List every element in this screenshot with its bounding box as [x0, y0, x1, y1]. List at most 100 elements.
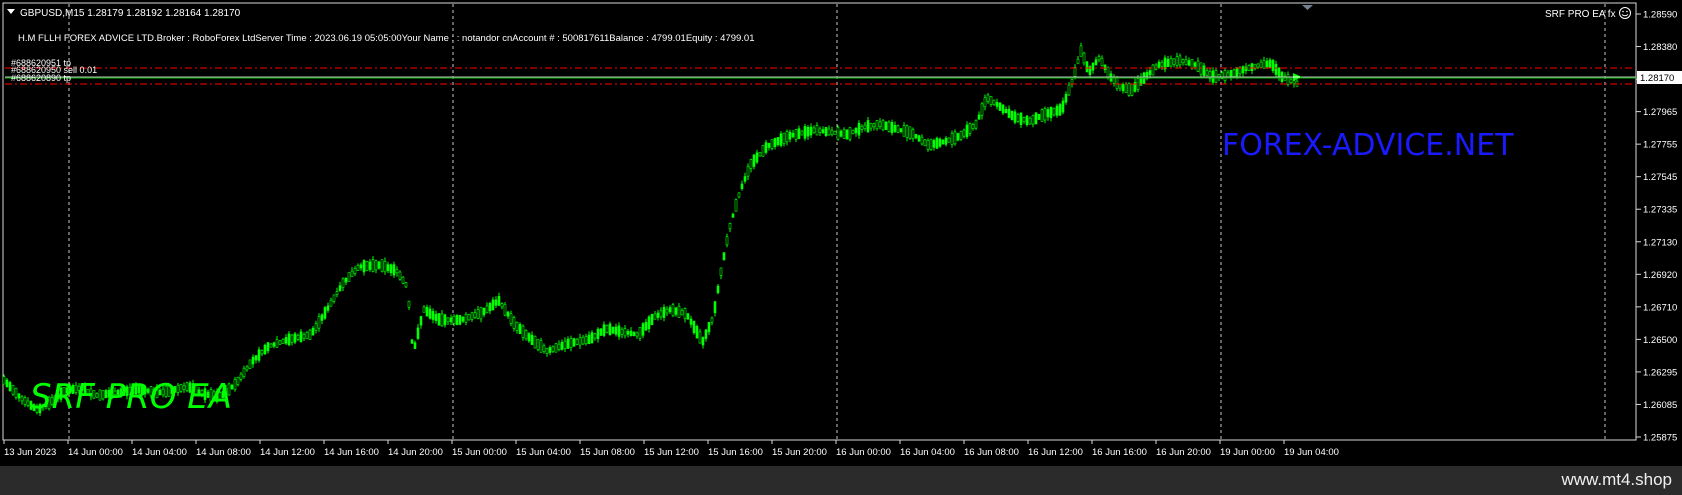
candle-body — [533, 335, 537, 349]
candle-body — [566, 338, 570, 349]
candle-body — [1073, 67, 1077, 77]
candle-body — [365, 260, 369, 271]
candle-body — [1061, 100, 1065, 113]
candle-body — [575, 339, 579, 345]
candle-body — [959, 130, 963, 140]
candle-body — [557, 343, 561, 350]
candle-body — [713, 301, 717, 314]
candle-body — [494, 299, 498, 306]
candle-body — [749, 159, 753, 169]
candle-body — [1079, 45, 1083, 57]
candle-body — [275, 339, 279, 348]
candle-body — [779, 133, 783, 146]
candle-body — [353, 268, 357, 274]
candle-body — [554, 343, 558, 353]
candle-body — [923, 139, 927, 147]
candle-body — [440, 313, 444, 327]
candle-body — [416, 327, 420, 339]
candle-body — [512, 317, 516, 329]
candle-body — [770, 139, 774, 149]
candle-body — [344, 277, 348, 283]
candle-body — [476, 309, 480, 319]
candle-body — [293, 333, 297, 343]
time-axis-label: 16 Jun 16:00 — [1092, 447, 1147, 458]
candle-body — [599, 328, 603, 336]
candle-body — [383, 261, 387, 273]
footer-watermark: www.mt4.shop — [1561, 470, 1672, 489]
candle-body — [734, 199, 738, 212]
candle-body — [329, 299, 333, 307]
candle-body — [458, 315, 462, 325]
candle-body — [1028, 117, 1032, 125]
candle-body — [1001, 104, 1005, 114]
candle-body — [407, 300, 411, 308]
candle-body — [578, 337, 582, 346]
candle-body — [551, 346, 555, 352]
candle-body — [671, 304, 675, 316]
candle-body — [1043, 108, 1047, 121]
candle-body — [917, 135, 921, 142]
candle-body — [1259, 61, 1263, 68]
candle-body — [17, 393, 21, 399]
candle-body — [1058, 104, 1062, 116]
candle-body — [1274, 63, 1278, 75]
candle-body — [1160, 61, 1164, 67]
candle-body — [887, 121, 891, 132]
candle-body — [1271, 60, 1275, 72]
candle-body — [683, 308, 687, 320]
price-axis-label: 1.26295 — [1643, 367, 1677, 378]
candle-body — [773, 138, 777, 147]
candle-body — [248, 359, 252, 369]
candle-body — [914, 134, 918, 139]
candle-body — [866, 120, 870, 133]
candle-body — [482, 307, 486, 316]
candle-body — [464, 313, 468, 323]
candle-body — [5, 379, 9, 388]
candle-body — [239, 373, 243, 380]
candle-body — [791, 132, 795, 138]
candle-body — [971, 124, 975, 129]
candle-body — [1067, 84, 1071, 96]
candle-body — [641, 323, 645, 336]
candle-body — [848, 127, 852, 140]
candle-body — [899, 128, 903, 132]
time-axis-label: 15 Jun 12:00 — [644, 447, 699, 458]
candle-body — [980, 103, 984, 116]
candle-body — [1175, 56, 1179, 66]
candle-body — [878, 121, 882, 127]
candle-body — [254, 355, 258, 361]
candle-body — [932, 139, 936, 148]
candle-body — [515, 321, 519, 331]
candle-body — [485, 305, 489, 314]
candle-body — [782, 132, 786, 144]
candle-body — [431, 311, 435, 320]
candle-body — [389, 264, 393, 274]
candle-body — [758, 151, 762, 157]
candle-body — [656, 312, 660, 318]
candle-body — [347, 272, 351, 282]
candle-body — [869, 123, 873, 129]
candle-body — [1190, 59, 1194, 69]
price-axis-label: 1.27965 — [1643, 107, 1677, 118]
candle-body — [596, 328, 600, 340]
candle-body — [398, 271, 402, 280]
candle-body — [743, 176, 747, 182]
candle-body — [302, 333, 306, 339]
info-line: H.M FLLH FOREX ADVICE LTD.Broker : RoboF… — [18, 33, 755, 44]
candle-body — [977, 114, 981, 120]
candle-body — [692, 320, 696, 334]
candle-body — [1262, 60, 1266, 69]
candle-body — [710, 317, 714, 323]
candle-body — [818, 128, 822, 133]
chart-window[interactable]: GBPUSD,M15 1.28179 1.28192 1.28164 1.281… — [0, 0, 1682, 495]
time-axis-label: 14 Jun 16:00 — [324, 447, 379, 458]
candle-body — [662, 307, 666, 318]
candle-body — [299, 331, 303, 343]
candle-body — [617, 325, 621, 337]
candle-body — [953, 131, 957, 145]
candle-body — [1124, 84, 1128, 93]
candle-body — [707, 322, 711, 333]
candle-body — [974, 120, 978, 129]
candle-body — [1202, 65, 1206, 76]
candle-body — [680, 310, 684, 316]
